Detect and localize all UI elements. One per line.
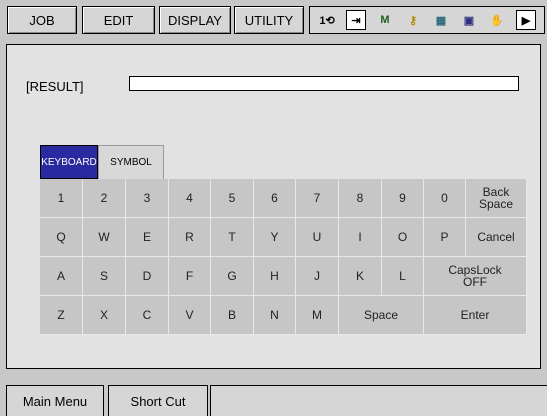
key-b[interactable]: B (211, 296, 254, 335)
key-j[interactable]: J (296, 257, 339, 296)
key-i[interactable]: I (339, 218, 382, 257)
result-field[interactable] (129, 76, 519, 91)
main-menu-button[interactable]: Main Menu (6, 385, 104, 416)
key-u[interactable]: U (296, 218, 339, 257)
key-r[interactable]: R (169, 218, 211, 257)
cycle-icon[interactable]: 1⟲ (318, 11, 336, 29)
utility-menu-button[interactable]: UTILITY (234, 6, 304, 34)
key-0[interactable]: 0 (424, 179, 466, 218)
tool-icon[interactable]: ▦ (432, 11, 450, 29)
key-a[interactable]: A (40, 257, 83, 296)
key-1[interactable]: 1 (40, 179, 83, 218)
key-6[interactable]: 6 (254, 179, 296, 218)
short-cut-button[interactable]: Short Cut (108, 385, 208, 416)
key-5[interactable]: 5 (211, 179, 254, 218)
key-t[interactable]: T (211, 218, 254, 257)
enter-key[interactable]: Enter (424, 296, 527, 335)
play-icon[interactable]: ▶ (516, 10, 536, 30)
bottom-bar: Main Menu Short Cut (0, 381, 547, 416)
job-menu-button[interactable]: JOB (7, 6, 77, 34)
key-z[interactable]: Z (40, 296, 83, 335)
bottom-message-area (210, 385, 547, 416)
key-3[interactable]: 3 (126, 179, 169, 218)
key-h[interactable]: H (254, 257, 296, 296)
hand-icon[interactable]: ✋ (488, 11, 506, 29)
key-c[interactable]: C (126, 296, 169, 335)
key-e[interactable]: E (126, 218, 169, 257)
edit-menu-button[interactable]: EDIT (82, 6, 155, 34)
mode-icon[interactable]: ⇥ (346, 10, 366, 30)
key-o[interactable]: O (382, 218, 424, 257)
security-key-icon[interactable]: ⚷ (404, 11, 422, 29)
key-7[interactable]: 7 (296, 179, 339, 218)
top-menu-bar: JOB EDIT DISPLAY UTILITY 1⟲ ⇥ M ⚷ ▦ ▣ ✋ … (0, 0, 547, 44)
key-y[interactable]: Y (254, 218, 296, 257)
tab-keyboard[interactable]: KEYBOARD (40, 145, 98, 179)
capslock-key[interactable]: CapsLock OFF (424, 257, 527, 296)
cancel-key[interactable]: Cancel (466, 218, 527, 257)
key-w[interactable]: W (83, 218, 126, 257)
key-x[interactable]: X (83, 296, 126, 335)
backspace-key[interactable]: Back Space (466, 179, 527, 218)
key-p[interactable]: P (424, 218, 466, 257)
result-label: [RESULT] (26, 79, 84, 94)
key-m[interactable]: M (296, 296, 339, 335)
tab-symbol[interactable]: SYMBOL (98, 145, 164, 179)
key-d[interactable]: D (126, 257, 169, 296)
status-icon-bar: 1⟲ ⇥ M ⚷ ▦ ▣ ✋ ▶ (309, 6, 545, 34)
key-4[interactable]: 4 (169, 179, 211, 218)
manual-speed-icon[interactable]: M (376, 11, 394, 29)
key-g[interactable]: G (211, 257, 254, 296)
key-8[interactable]: 8 (339, 179, 382, 218)
key-q[interactable]: Q (40, 218, 83, 257)
on-screen-keyboard: 1 2 3 4 5 6 7 8 9 0 Back Space Q W E R T… (40, 179, 527, 335)
key-2[interactable]: 2 (83, 179, 126, 218)
key-k[interactable]: K (339, 257, 382, 296)
display-menu-button[interactable]: DISPLAY (159, 6, 231, 34)
key-s[interactable]: S (83, 257, 126, 296)
key-f[interactable]: F (169, 257, 211, 296)
key-l[interactable]: L (382, 257, 424, 296)
space-key[interactable]: Space (339, 296, 424, 335)
key-v[interactable]: V (169, 296, 211, 335)
program-icon[interactable]: ▣ (460, 11, 478, 29)
key-n[interactable]: N (254, 296, 296, 335)
key-9[interactable]: 9 (382, 179, 424, 218)
